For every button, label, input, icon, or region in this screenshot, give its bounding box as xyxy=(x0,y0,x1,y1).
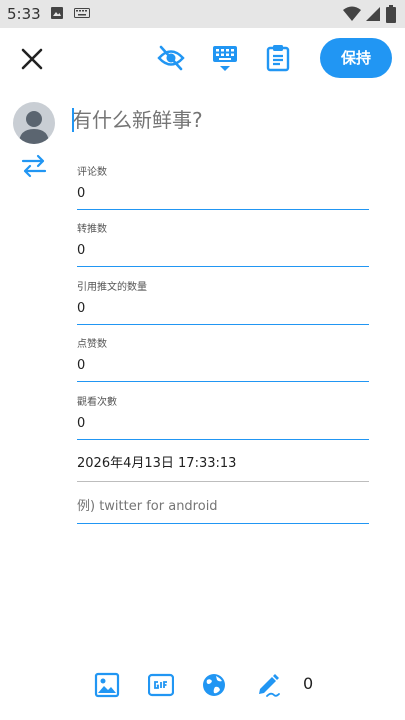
photo-notification-icon xyxy=(51,7,63,19)
retweet-count-value[interactable]: 0 xyxy=(77,241,369,261)
quote-count-value[interactable]: 0 xyxy=(77,299,369,319)
retweet-count-field[interactable]: 转推数 0 xyxy=(77,223,369,267)
clipboard-icon[interactable] xyxy=(266,44,290,72)
status-time: 5:33 xyxy=(7,5,41,23)
eye-off-icon[interactable] xyxy=(157,45,185,71)
view-count-field[interactable]: 觀看次數 0 xyxy=(77,396,369,440)
battery-icon xyxy=(386,5,396,23)
swap-icon[interactable] xyxy=(21,154,47,178)
source-field[interactable] xyxy=(77,494,369,524)
date-field[interactable]: 2026年4月13日 17:33:13 xyxy=(77,452,369,482)
source-input[interactable] xyxy=(77,494,369,518)
view-count-value[interactable]: 0 xyxy=(77,414,369,434)
keyboard-hide-icon[interactable] xyxy=(212,45,238,73)
draw-icon[interactable] xyxy=(255,672,281,698)
like-count-field[interactable]: 点赞数 0 xyxy=(77,338,369,382)
close-icon[interactable] xyxy=(19,46,45,72)
globe-icon[interactable] xyxy=(201,672,227,698)
bottom-bar: 0 xyxy=(0,664,405,708)
quote-count-field[interactable]: 引用推文的数量 0 xyxy=(77,281,369,325)
default-avatar-icon xyxy=(19,111,49,144)
text-caret xyxy=(72,108,74,132)
view-count-label: 觀看次數 xyxy=(77,397,117,408)
image-icon[interactable] xyxy=(94,672,120,698)
quote-count-label: 引用推文的数量 xyxy=(77,282,147,293)
keep-button[interactable]: 保持 xyxy=(320,38,392,78)
compose-input[interactable] xyxy=(72,104,372,136)
wifi-icon xyxy=(343,6,361,21)
keyboard-notification-icon xyxy=(74,8,90,18)
avatar[interactable] xyxy=(13,102,55,144)
reply-count-label: 评论数 xyxy=(77,167,107,178)
char-count: 0 xyxy=(303,674,314,693)
like-count-value[interactable]: 0 xyxy=(77,356,369,376)
status-bar: 5:33 xyxy=(0,0,405,28)
gif-icon[interactable] xyxy=(148,672,174,698)
reply-count-value[interactable]: 0 xyxy=(77,184,369,204)
signal-icon xyxy=(366,7,380,21)
toolbar: 保持 xyxy=(0,28,405,90)
reply-count-field[interactable]: 评论数 0 xyxy=(77,166,369,210)
like-count-label: 点赞数 xyxy=(77,339,107,350)
retweet-count-label: 转推数 xyxy=(77,224,107,235)
